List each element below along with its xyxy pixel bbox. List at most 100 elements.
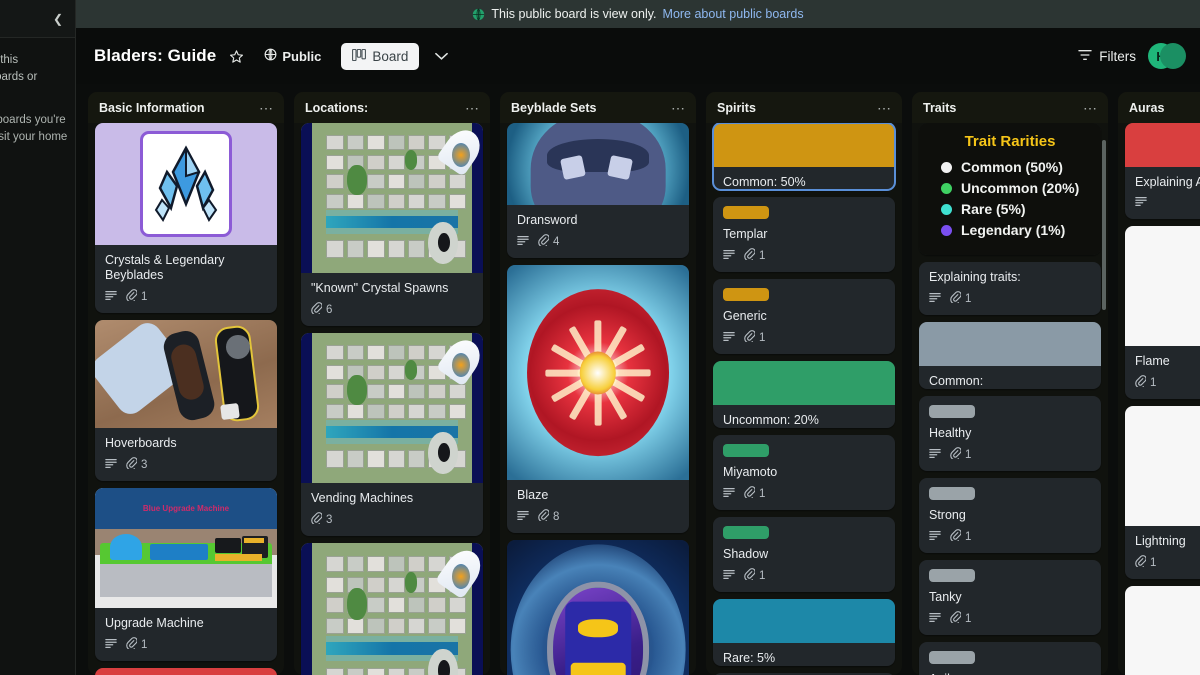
card-upgrade-machine[interactable]: Blue Upgrade Machine Upgrade Machine 1 <box>95 488 277 661</box>
list-cards[interactable]: Explaining Auras:FlameFlame1LightningLig… <box>1118 123 1200 675</box>
card-common-50[interactable]: Common: 50% <box>712 123 896 191</box>
list-locations[interactable]: Locations: ⋯ "Known" Crystal Spawns 6 Vendin… <box>294 92 490 675</box>
card-common[interactable]: Common: <box>919 322 1101 389</box>
card-map-third[interactable] <box>301 543 483 675</box>
list-header[interactable]: Locations: ⋯ <box>294 92 490 123</box>
list-header[interactable]: Traits ⋯ <box>912 92 1108 123</box>
card-label-chip[interactable] <box>929 651 975 664</box>
list-scrollbar[interactable] <box>1102 140 1106 310</box>
list-menu-icon[interactable]: ⋯ <box>877 101 892 115</box>
card-shadow[interactable]: Shadow 1 <box>713 517 895 592</box>
public-boards-link[interactable]: More about public boards <box>663 7 804 21</box>
list-cards[interactable]: "Known" Crystal Spawns 6 Vending Machines 3 <box>294 123 490 675</box>
public-board-banner: This public board is view only. More abo… <box>76 0 1200 28</box>
card-badges: 1 <box>1125 549 1200 579</box>
badge-attachments: 1 <box>744 330 765 345</box>
list-menu-icon[interactable]: ⋯ <box>671 101 686 115</box>
card-templar[interactable]: Templar 1 <box>713 197 895 272</box>
attachment-icon <box>950 447 962 462</box>
card-badges: 6 <box>301 296 483 326</box>
card-agile[interactable]: Agile1 <box>919 642 1101 675</box>
list-cards[interactable]: Common: 50% Templar 1 Generic 1 Uncommon: 20%… <box>706 123 902 675</box>
card-label-chip[interactable] <box>723 288 769 301</box>
card-label-chip[interactable] <box>929 569 975 582</box>
card-rare-5[interactable]: Rare: 5% <box>713 599 895 666</box>
card-label-chip[interactable] <box>723 526 769 539</box>
card-uncommon-20[interactable]: Uncommon: 20% <box>713 361 895 428</box>
card-badges: 3 <box>95 451 277 481</box>
card-label-chip[interactable] <box>929 405 975 418</box>
card-explaining-auras[interactable]: Explaining Auras: <box>1125 123 1200 219</box>
card-miyamoto[interactable]: Miyamoto 1 <box>713 435 895 510</box>
card-stats[interactable]: Stats <box>95 668 277 675</box>
card-tanky[interactable]: Tanky 1 <box>919 560 1101 635</box>
left-sidebar: ace ❮ er of this its boards or and board… <box>0 0 76 675</box>
chevron-left-icon[interactable]: ❮ <box>49 10 67 28</box>
card-label-chip[interactable] <box>723 444 769 457</box>
card-badges: 1 <box>1125 369 1200 399</box>
card-flame[interactable]: Flame Flame 1 <box>1125 226 1200 399</box>
attachment-count: 1 <box>141 638 148 651</box>
card-bey-third[interactable] <box>507 540 689 675</box>
description-icon <box>929 530 941 544</box>
badge-attachments: 4 <box>538 234 559 249</box>
badge-attachments: 1 <box>744 568 765 583</box>
attachment-icon <box>744 568 756 583</box>
card-vending-machines[interactable]: Vending Machines 3 <box>301 333 483 536</box>
view-switcher-board[interactable]: Board <box>341 42 420 70</box>
visibility-label: Public <box>282 48 322 64</box>
list-header[interactable]: Auras⋯ <box>1118 92 1200 123</box>
card-dransword[interactable]: Dransword 4 <box>507 123 689 258</box>
card-trait-rarities[interactable]: Trait Rarities Common (50%) Uncommon (20%)… <box>919 123 1101 255</box>
card-lightning[interactable]: Lightning Lightning 1 <box>1125 406 1200 579</box>
list-header[interactable]: Spirits ⋯ <box>706 92 902 123</box>
list-menu-icon[interactable]: ⋯ <box>465 101 480 115</box>
card-healthy[interactable]: Healthy 1 <box>919 396 1101 471</box>
rarity-label: Common (50%) <box>961 159 1063 175</box>
list-cards[interactable]: Trait Rarities Common (50%) Uncommon (20%)… <box>912 123 1108 675</box>
card-explaining-traits[interactable]: Explaining traits: 1 <box>919 262 1101 315</box>
list-traits[interactable]: Traits ⋯ Trait Rarities Common (50%) Uncommo… <box>912 92 1108 675</box>
card-blaze[interactable]: Blaze 8 <box>507 265 689 533</box>
card-badges: 1 <box>95 283 277 313</box>
attachment-count: 1 <box>965 448 972 461</box>
list-cards[interactable]: Dransword 4 Blaze 8 <box>500 123 696 675</box>
list-basic-information[interactable]: Basic Information ⋯ Crystals & Legendary B… <box>88 92 284 675</box>
list-spirits[interactable]: Spirits ⋯ Common: 50% Templar 1 Generic 1 Uncom… <box>706 92 902 675</box>
star-icon[interactable] <box>222 42 250 70</box>
list-beyblade-sets[interactable]: Beyblade Sets ⋯ Dransword 4 Blaze 8 <box>500 92 696 675</box>
list-menu-icon[interactable]: ⋯ <box>1083 101 1098 115</box>
list-header[interactable]: Beyblade Sets ⋯ <box>500 92 696 123</box>
visibility-chip[interactable]: Public <box>258 44 327 68</box>
card-title: Flame <box>1135 354 1170 368</box>
card-label-chip[interactable] <box>929 487 975 500</box>
trait-rarity-row: Uncommon (20%) <box>941 180 1091 196</box>
sidebar-text-line-2: its boards or <box>0 71 38 83</box>
list-auras[interactable]: Auras⋯Explaining Auras:FlameFlame1Lightn… <box>1118 92 1200 675</box>
badge-attachments: 3 <box>126 457 147 472</box>
banner-text: This public board is view only. <box>491 7 657 21</box>
list-cards[interactable]: Crystals & Legendary Beyblades 1 Hoverboar… <box>88 123 284 675</box>
card-hoverboards[interactable]: Hoverboards 3 <box>95 320 277 481</box>
list-header[interactable]: Basic Information ⋯ <box>88 92 284 123</box>
beyblade-image <box>507 265 689 480</box>
badge-description <box>105 458 117 472</box>
filters-button[interactable]: Filters <box>1078 49 1136 64</box>
card-label-chip[interactable] <box>723 206 769 219</box>
chevron-down-icon[interactable] <box>429 44 453 68</box>
card-generic[interactable]: Generic 1 <box>713 279 895 354</box>
filters-label: Filters <box>1099 48 1136 64</box>
list-menu-icon[interactable]: ⋯ <box>259 101 274 115</box>
card-known-crystal-spawns[interactable]: "Known" Crystal Spawns 6 <box>301 123 483 326</box>
card-bubble[interactable]: BubbleBubble <box>1125 586 1200 675</box>
card-crystals[interactable]: Crystals & Legendary Beyblades 1 <box>95 123 277 313</box>
badge-attachments: 8 <box>538 509 559 524</box>
board-canvas[interactable]: Basic Information ⋯ Crystals & Legendary B… <box>76 84 1200 675</box>
card-strong[interactable]: Strong 1 <box>919 478 1101 553</box>
card-title: Common: 50% <box>723 175 806 189</box>
avatar-secondary[interactable] <box>1160 43 1186 69</box>
card-title: Strong <box>929 508 966 522</box>
description-icon <box>105 290 117 304</box>
card-title: "Known" Crystal Spawns <box>311 281 449 295</box>
card-badges: 4 <box>507 228 689 258</box>
